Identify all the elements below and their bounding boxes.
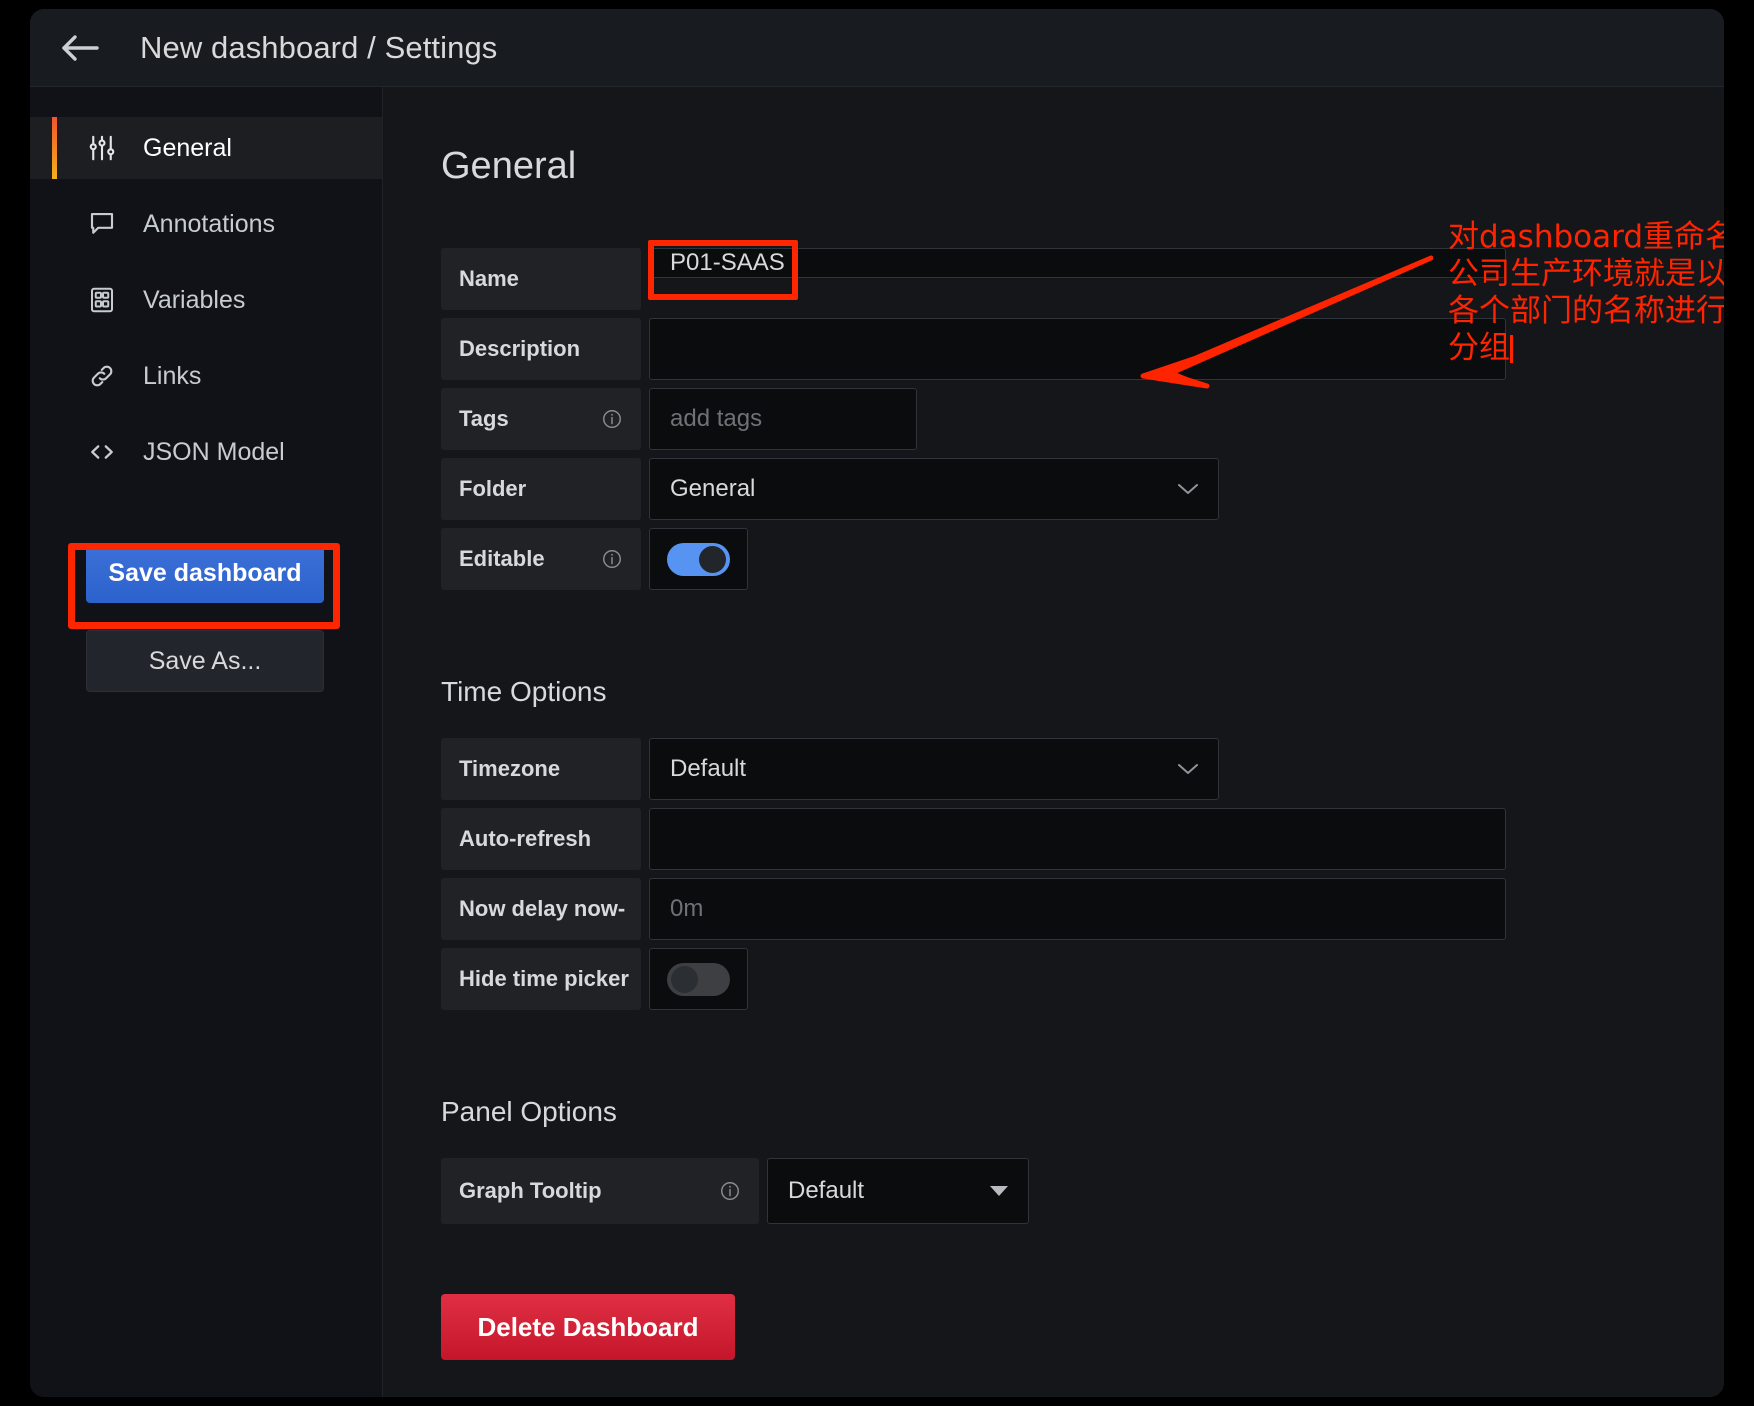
folder-select[interactable]: General (649, 458, 1219, 520)
comment-icon (85, 207, 119, 241)
name-label: Name (441, 248, 641, 310)
folder-row: Folder General (441, 458, 1724, 520)
save-as-button[interactable]: Save As... (86, 630, 324, 692)
sidebar-item-label: JSON Model (143, 437, 285, 466)
annotation-text: 对dashboard重命名 公司生产环境就是以 各个部门的名称进行 分组 (1448, 219, 1724, 367)
toggle-knob (699, 545, 726, 573)
code-icon (85, 435, 119, 469)
settings-nav-list: General Annotations Variables Links JSON… (30, 117, 382, 483)
auto-refresh-input[interactable] (649, 808, 1506, 870)
chevron-down-icon (1176, 761, 1200, 777)
description-input[interactable] (649, 318, 1506, 380)
folder-label: Folder (441, 458, 641, 520)
back-arrow-icon[interactable] (56, 24, 104, 72)
sidebar-item-label: Variables (143, 285, 246, 314)
sidebar-item-label: Annotations (143, 209, 276, 238)
caret-down-icon (990, 1186, 1008, 1196)
timezone-select[interactable]: Default (649, 738, 1219, 800)
chevron-down-icon (1176, 481, 1200, 497)
nav-spacer (30, 331, 382, 345)
info-icon[interactable] (601, 408, 623, 430)
sidebar-item-label: Links (143, 361, 202, 390)
panel-options-heading: Panel Options (441, 1096, 617, 1127)
timezone-row: Timezone Default (441, 738, 1724, 800)
sidebar-item-label: General (143, 133, 232, 162)
save-dashboard-button[interactable]: Save dashboard (86, 543, 324, 603)
description-label: Description (441, 318, 641, 380)
screenshot-root: New dashboard / Settings General Annotat… (0, 0, 1754, 1406)
sidebar-item-links[interactable]: Links (30, 345, 382, 407)
grafana-window: New dashboard / Settings General Annotat… (30, 9, 1724, 1397)
time-options-form: Timezone Default Auto-refresh Now delay … (441, 738, 1724, 1010)
link-icon (85, 359, 119, 393)
now-delay-label: Now delay now- (441, 878, 641, 940)
time-options-section: Time Options Timezone Default Auto-refre… (441, 676, 1724, 1010)
nav-spacer (30, 255, 382, 269)
now-delay-input[interactable]: 0m (649, 878, 1506, 940)
toggle-track (667, 962, 730, 996)
settings-main-panel: General Name P01-SAAS Description Tags a… (383, 87, 1724, 1397)
tags-input[interactable]: add tags (649, 388, 917, 450)
hide-time-picker-toggle[interactable] (649, 948, 748, 1010)
nav-spacer (30, 179, 382, 193)
auto-refresh-row: Auto-refresh (441, 808, 1724, 870)
graph-tooltip-row: Graph Tooltip Default (441, 1158, 1724, 1224)
sidebar-item-general[interactable]: General (30, 117, 382, 179)
hide-time-picker-label: Hide time picker (441, 948, 641, 1010)
info-icon[interactable] (601, 548, 623, 570)
general-heading: General (441, 145, 577, 187)
sidebar-item-annotations[interactable]: Annotations (30, 193, 382, 255)
panel-options-section: Panel Options Graph Tooltip Default Dele… (441, 1096, 1724, 1360)
folder-select-value: General (670, 475, 756, 502)
tags-label: Tags (441, 388, 641, 450)
nav-spacer (30, 407, 382, 421)
save-actions: Save dashboard Save As... (30, 543, 382, 692)
text-caret (1510, 335, 1513, 363)
page-title: New dashboard / Settings (140, 29, 498, 65)
sidebar-item-variables[interactable]: Variables (30, 269, 382, 331)
hide-time-picker-row: Hide time picker (441, 948, 1724, 1010)
timezone-label: Timezone (441, 738, 641, 800)
name-input[interactable]: P01-SAAS (649, 248, 1506, 278)
editable-label: Editable (441, 528, 641, 590)
editable-row: Editable (441, 528, 1724, 590)
panel-options-form: Graph Tooltip Default (441, 1158, 1724, 1224)
graph-tooltip-label: Graph Tooltip (441, 1158, 759, 1224)
now-delay-row: Now delay now- 0m (441, 878, 1724, 940)
auto-refresh-label: Auto-refresh (441, 808, 641, 870)
tags-row: Tags add tags (441, 388, 1724, 450)
editable-toggle[interactable] (649, 528, 748, 590)
graph-tooltip-select[interactable]: Default (767, 1158, 1029, 1224)
settings-sidebar: General Annotations Variables Links JSON… (30, 87, 383, 1397)
sidebar-item-json-model[interactable]: JSON Model (30, 421, 382, 483)
info-icon[interactable] (719, 1180, 741, 1202)
time-options-heading: Time Options (441, 676, 607, 707)
calculator-icon (85, 283, 119, 317)
delete-dashboard-button[interactable]: Delete Dashboard (441, 1294, 735, 1360)
toggle-track (667, 542, 730, 576)
graph-tooltip-value: Default (788, 1177, 865, 1204)
annotation-text-content: 对dashboard重命名 公司生产环境就是以 各个部门的名称进行 分组 (1448, 219, 1724, 366)
sliders-icon (85, 131, 119, 165)
name-input-cell: P01-SAAS (641, 240, 1506, 310)
top-navigation-bar: New dashboard / Settings (30, 9, 1724, 87)
toggle-knob (671, 965, 698, 993)
settings-body: General Annotations Variables Links JSON… (30, 87, 1724, 1397)
timezone-select-value: Default (670, 755, 747, 782)
